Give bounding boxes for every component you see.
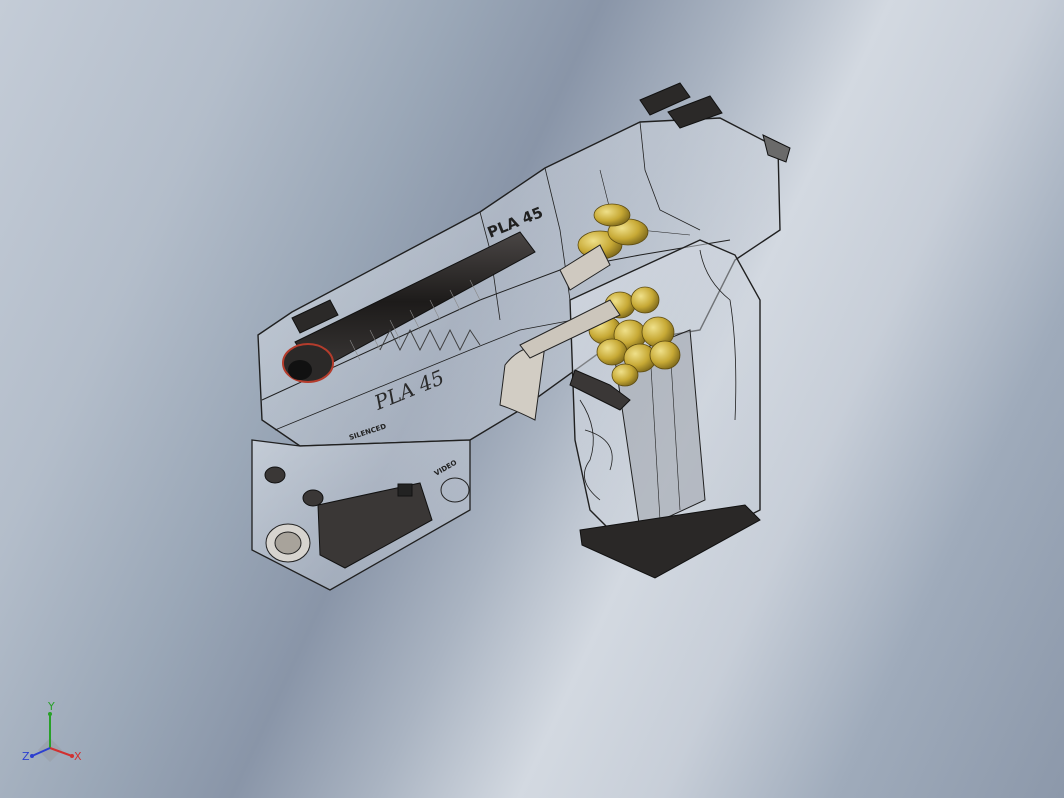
view-triad[interactable]: Y X Z	[18, 700, 90, 772]
triad-x-label: X	[74, 750, 82, 763]
pistol-assembly-model[interactable]: PLA 45 PLA 45 SILENCED VIDEO	[0, 0, 1064, 798]
graphics-viewport[interactable]: PLA 45 PLA 45 SILENCED VIDEO Y X Z	[0, 0, 1064, 798]
triad-y-label: Y	[47, 700, 55, 713]
accessory-mount	[251, 439, 471, 591]
triad-z-label: Z	[22, 750, 30, 763]
